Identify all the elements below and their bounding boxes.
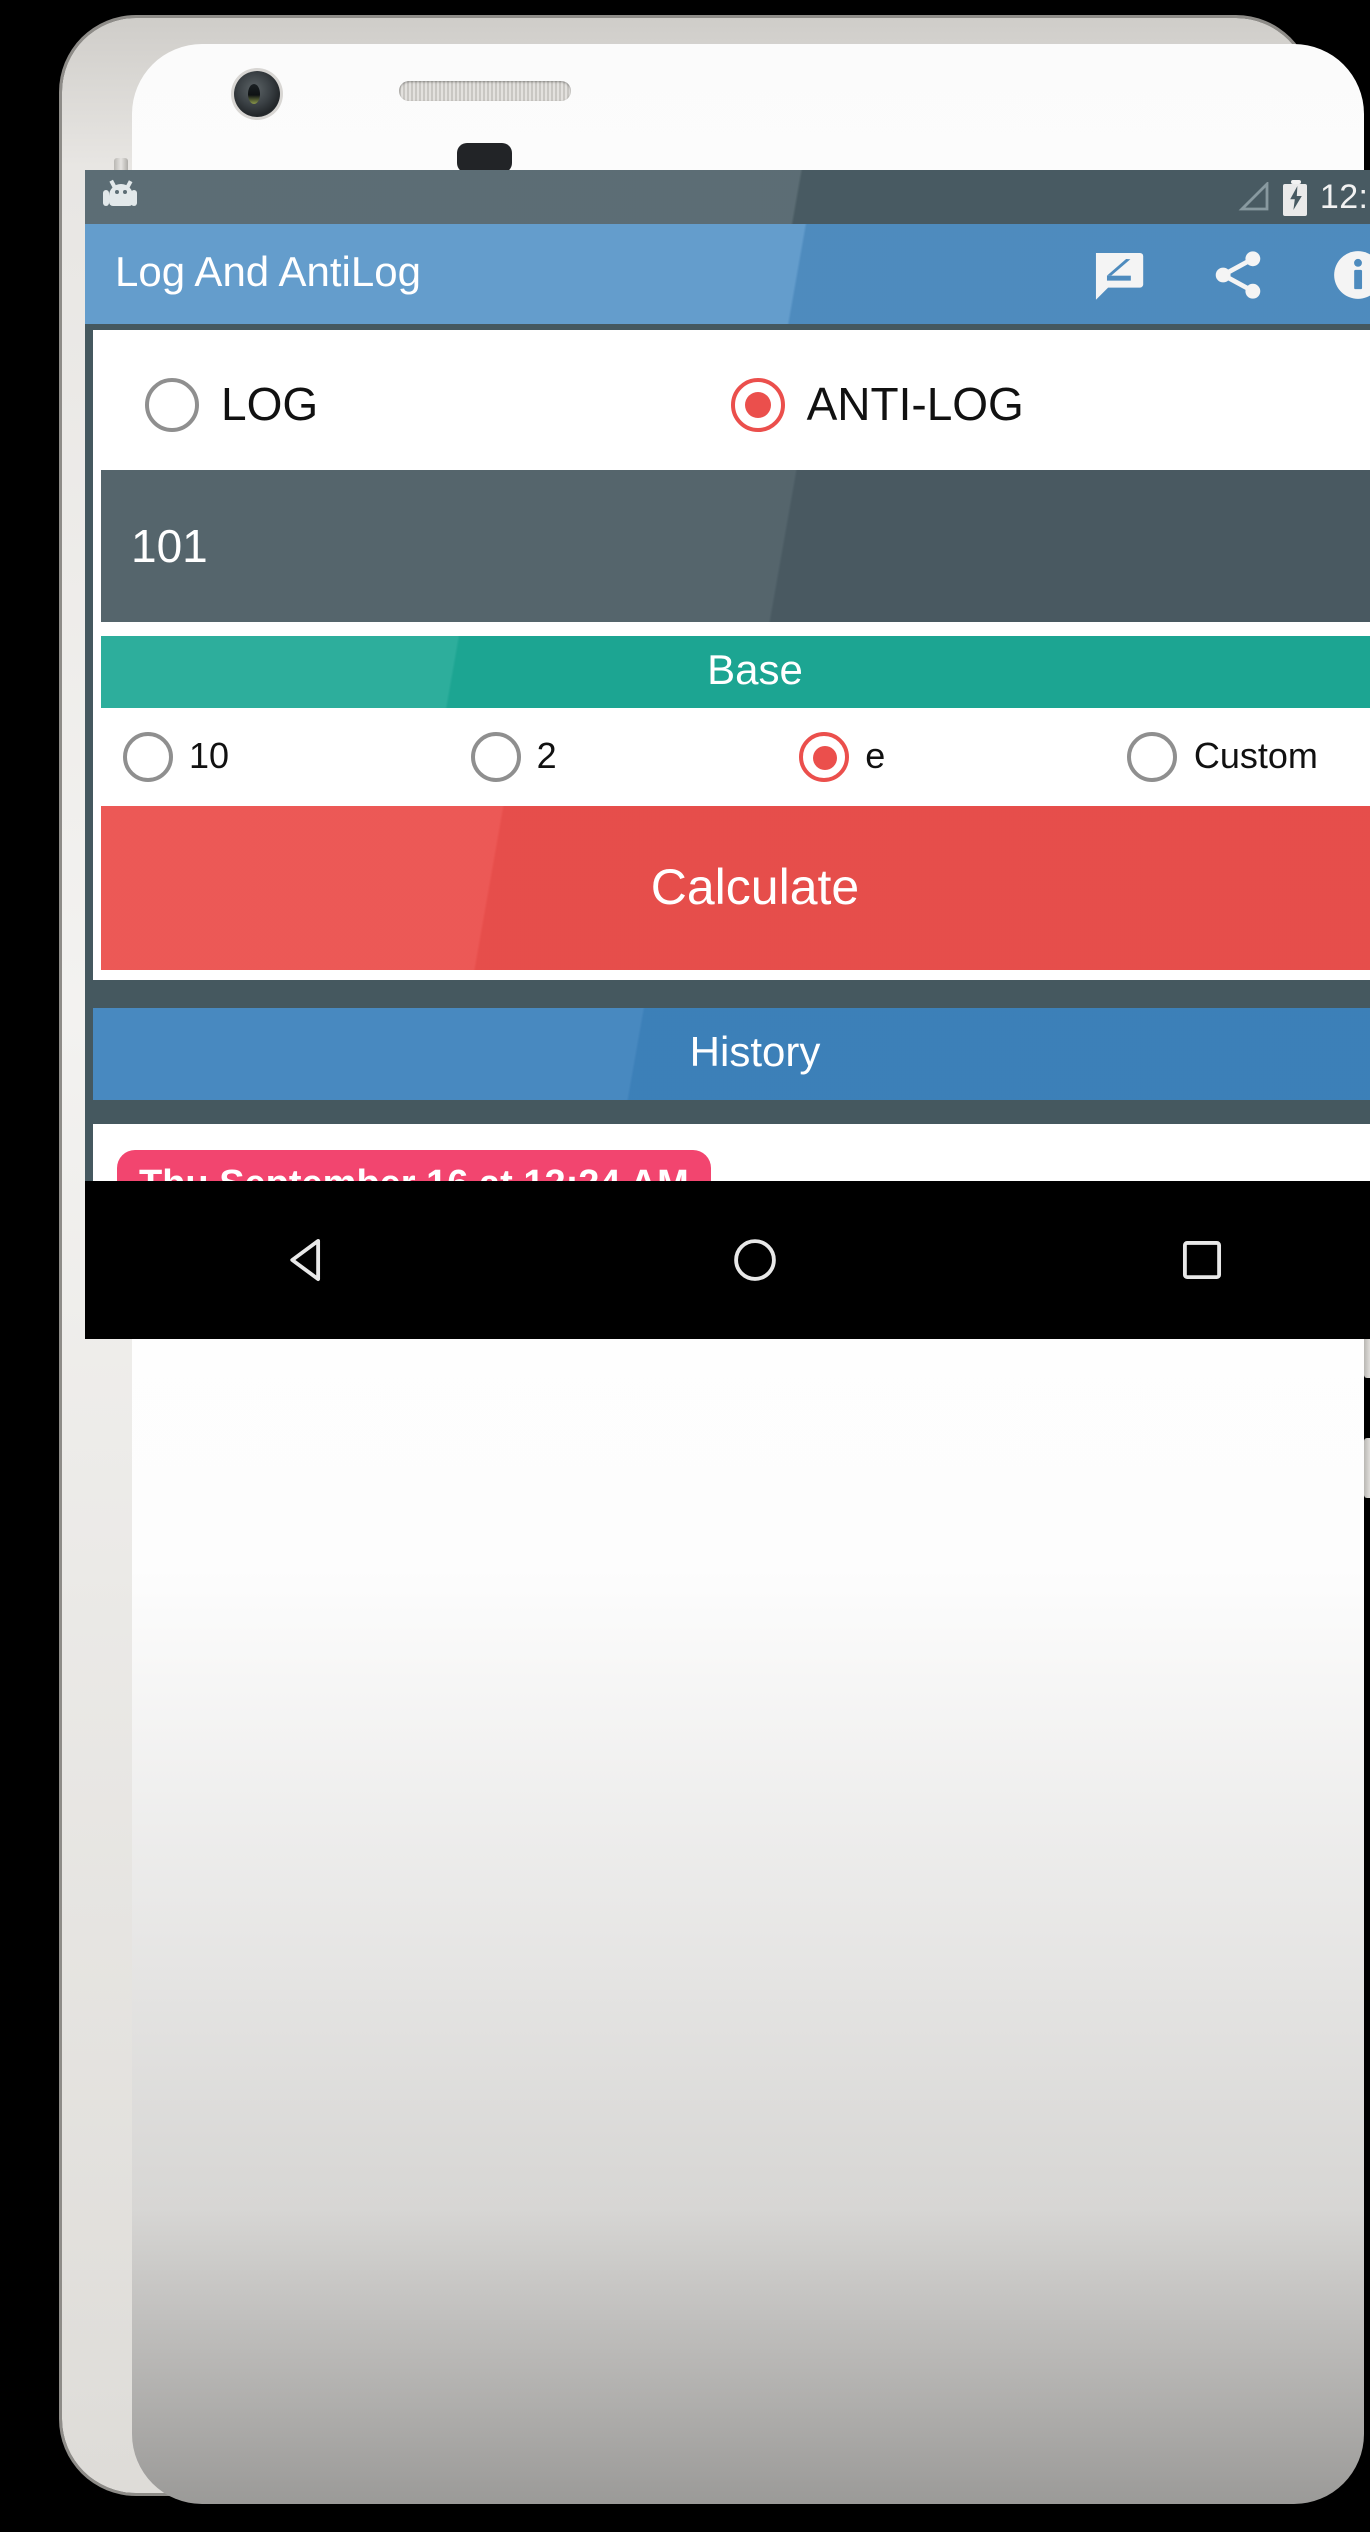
earpiece-speaker xyxy=(399,81,571,101)
camera-lens-glint xyxy=(248,84,260,104)
base-option-e[interactable]: e xyxy=(799,732,1128,782)
mode-antilog-label: ANTI-LOG xyxy=(806,377,1024,429)
android-robot-icon xyxy=(103,180,137,212)
calculator-card: LOG ANTI-LOG 101 Base 10 2 e Custom Calc… xyxy=(93,330,1370,980)
status-bar-clock: 12:25 xyxy=(1319,177,1370,215)
base-radio-group: 10 2 e Custom xyxy=(101,708,1370,806)
radio-antilog-icon[interactable] xyxy=(730,377,785,431)
info-icon[interactable] xyxy=(1331,247,1370,301)
history-section-header[interactable]: History xyxy=(93,1008,1370,1100)
calculate-button[interactable]: Calculate xyxy=(101,806,1370,970)
base-option-custom[interactable]: Custom xyxy=(1127,732,1370,782)
page-title: Log And AntiLog xyxy=(115,250,421,296)
base-10-label: 10 xyxy=(189,736,230,776)
status-badge: Thu September 16 at 12:24 AM xyxy=(117,1150,711,1181)
app-bar: Log And AntiLog xyxy=(85,224,1370,324)
recents-button[interactable] xyxy=(1142,1210,1262,1310)
status-bar: 12:25 xyxy=(85,170,1370,224)
home-circle-icon xyxy=(734,1239,776,1281)
feedback-icon[interactable] xyxy=(1091,247,1145,301)
base-option-10[interactable]: 10 xyxy=(123,732,471,782)
base-e-label: e xyxy=(865,736,886,776)
mode-radio-group: LOG ANTI-LOG xyxy=(101,338,1370,470)
radio-base-custom-icon[interactable] xyxy=(1127,732,1178,782)
base-custom-label: Custom xyxy=(1193,736,1318,776)
app-bar-actions xyxy=(1091,247,1370,301)
proximity-sensor xyxy=(457,143,512,173)
radio-log-icon[interactable] xyxy=(145,377,199,431)
base-section-header: Base xyxy=(101,636,1370,708)
value-input-field[interactable]: 101 xyxy=(101,470,1370,622)
base-option-2[interactable]: 2 xyxy=(470,732,800,782)
front-camera-icon xyxy=(234,71,280,117)
back-triangle-icon xyxy=(290,1238,321,1282)
app-viewport: 12:25 Log And AntiLog xyxy=(85,170,1370,1181)
radio-base-10-icon[interactable] xyxy=(123,732,173,782)
phone-screen: 12:25 Log And AntiLog xyxy=(85,170,1370,1181)
mode-log-label: LOG xyxy=(221,377,319,429)
home-button[interactable] xyxy=(695,1210,815,1310)
base-header-label: Base xyxy=(707,648,803,694)
signal-triangle-icon xyxy=(1239,182,1270,211)
mode-option-log[interactable]: LOG xyxy=(145,377,731,431)
history-list: Thu September 16 at 12:24 AM Log26 (101)… xyxy=(93,1124,1370,1181)
history-entry: Thu September 16 at 12:24 AM Log26 (101)… xyxy=(93,1124,1370,1181)
mode-option-antilog[interactable]: ANTI-LOG xyxy=(730,377,1024,431)
value-input-text: 101 xyxy=(131,519,208,571)
recents-square-icon xyxy=(1182,1240,1221,1280)
status-indicators: 12:25 xyxy=(1238,177,1370,217)
calculate-button-label: Calculate xyxy=(650,859,860,915)
side-button-right-4[interactable] xyxy=(1364,1438,1370,1498)
radio-base-e-icon[interactable] xyxy=(799,732,850,782)
share-icon[interactable] xyxy=(1211,247,1265,301)
history-header-label: History xyxy=(689,1030,821,1076)
android-navigation-bar xyxy=(85,1181,1370,1339)
base-2-label: 2 xyxy=(536,736,557,776)
battery-charging-icon xyxy=(1283,179,1308,215)
radio-base-2-icon[interactable] xyxy=(470,732,521,782)
back-button[interactable] xyxy=(248,1210,368,1310)
main-content: LOG ANTI-LOG 101 Base 10 2 e Custom Calc… xyxy=(85,330,1370,1181)
